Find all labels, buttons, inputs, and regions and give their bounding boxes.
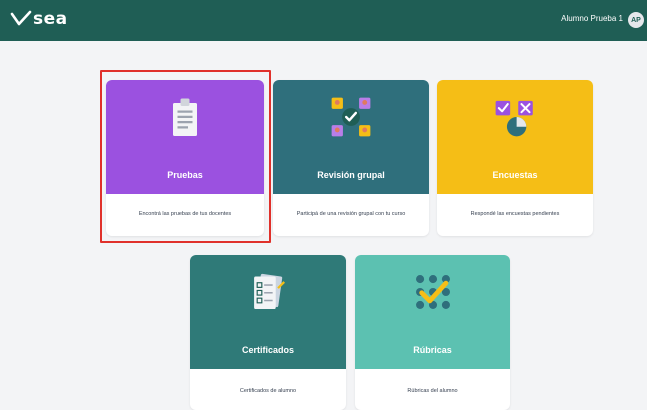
logo[interactable]: sea xyxy=(10,9,68,29)
group-review-icon xyxy=(331,97,371,137)
page: sea Alumno Prueba 1 AP Pruebas Encontrá … xyxy=(0,0,647,410)
card-rubricas[interactable]: Rúbricas Rúbricas del alumno xyxy=(355,255,510,410)
card-encuestas[interactable]: Encuestas Respondé las encuestas pendien… xyxy=(437,80,593,236)
certificate-icon xyxy=(254,273,285,309)
avatar[interactable]: AP xyxy=(628,12,644,28)
user-name[interactable]: Alumno Prueba 1 xyxy=(561,14,623,23)
card-certificados[interactable]: Certificados Certificados de alumno xyxy=(190,255,346,410)
card-certificados-title: Certificados xyxy=(241,345,294,355)
top-bar: sea Alumno Prueba 1 AP xyxy=(0,0,647,41)
card-encuestas-title: Encuestas xyxy=(492,170,538,180)
app-name: sea xyxy=(33,9,68,29)
card-rubricas-title: Rúbricas xyxy=(413,345,452,355)
check-logo-icon xyxy=(10,10,32,26)
card-rubricas-description: Rúbricas del alumno xyxy=(407,388,458,394)
selection-highlight xyxy=(100,70,271,243)
card-revision-grupal-description: Participá de una revisión grupal con tu … xyxy=(296,211,406,217)
card-revision-grupal-title: Revisión grupal xyxy=(317,170,385,180)
card-revision-grupal[interactable]: Revisión grupal Participá de una revisió… xyxy=(273,80,429,236)
card-encuestas-description: Respondé las encuestas pendientes xyxy=(470,211,560,217)
rubric-icon xyxy=(415,275,450,309)
survey-icon xyxy=(495,100,533,137)
card-certificados-description: Certificados de alumno xyxy=(239,388,297,394)
